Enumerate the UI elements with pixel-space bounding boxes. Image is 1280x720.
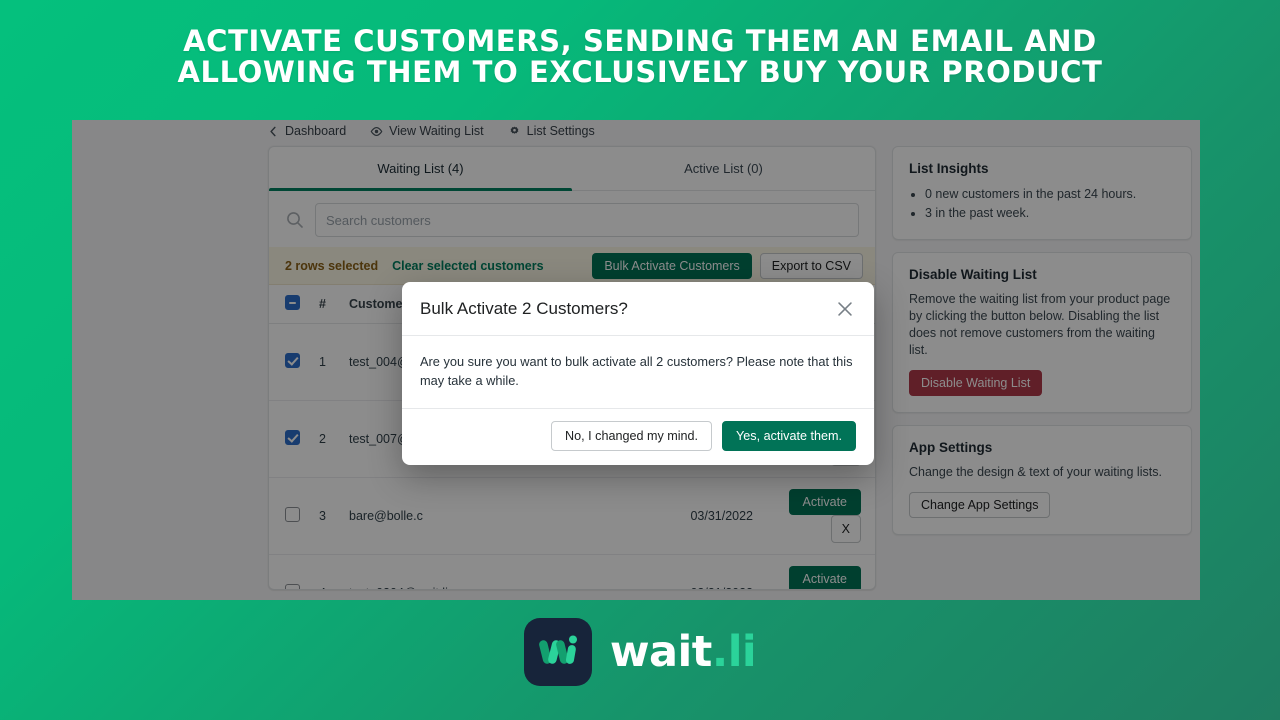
nav-item-view-waiting-list[interactable]: View Waiting List [370, 124, 484, 138]
row-checkbox[interactable] [285, 507, 300, 522]
row-index: 2 [313, 400, 343, 478]
search-input[interactable]: Search customers [315, 203, 859, 237]
nav-item-list-settings[interactable]: List Settings [508, 124, 595, 138]
row-date: 03/31/2022 [639, 477, 759, 555]
tab-active-list[interactable]: Active List (0) [572, 147, 875, 190]
disable-waiting-list-button[interactable]: Disable Waiting List [909, 370, 1043, 396]
list-insights-title: List Insights [909, 161, 989, 176]
row-select-cell [269, 400, 313, 478]
selection-action-bar: 2 rows selected Clear selected customers… [269, 247, 875, 285]
remove-button[interactable]: X [830, 515, 861, 543]
promo-banner: ACTIVATE CUSTOMERS, SENDING THEM AN EMAI… [0, 26, 1280, 88]
row-select-cell [269, 477, 313, 555]
change-app-settings-button[interactable]: Change App Settings [909, 492, 1051, 518]
row-index: 3 [313, 477, 343, 555]
header-select-all-cell [269, 285, 313, 324]
modal-title: Bulk Activate 2 Customers? [420, 299, 628, 318]
row-customer-email: test_0204@wait.li [343, 554, 639, 589]
banner-line-2: ALLOWING THEM TO EXCLUSIVELY BUY YOUR PR… [177, 55, 1103, 89]
disable-waiting-list-title: Disable Waiting List [909, 267, 1037, 282]
tab-active-list-label: Active List (0) [684, 161, 763, 176]
banner-line-1: ACTIVATE CUSTOMERS, SENDING THEM AN EMAI… [183, 24, 1097, 58]
modal-cancel-button[interactable]: No, I changed my mind. [551, 421, 713, 451]
brand-wordmark: wait.li [609, 627, 757, 677]
eye-icon [370, 125, 383, 138]
banner-heading: ACTIVATE CUSTOMERS, SENDING THEM AN EMAI… [0, 26, 1280, 88]
row-checkbox[interactable] [285, 353, 300, 368]
table-row: 3 bare@bolle.c 03/31/2022 Activate X [269, 477, 875, 555]
row-select-cell [269, 554, 313, 589]
disable-waiting-list-body: Remove the waiting list from your produc… [909, 292, 1171, 357]
nav-label-dashboard: Dashboard [285, 124, 347, 138]
modal-footer: No, I changed my mind. Yes, activate the… [402, 409, 874, 465]
settings-icon [508, 125, 521, 138]
wait-li-logo-mark [523, 618, 592, 686]
panel-disable-waiting-list: Disable Waiting List Remove the waiting … [892, 252, 1192, 413]
clear-selected-customers-link[interactable]: Clear selected customers [392, 259, 543, 273]
modal-message: Are you sure you want to bulk activate a… [420, 354, 853, 388]
app-settings-body: Change the design & text of your waiting… [909, 465, 1162, 479]
search-icon [285, 210, 305, 230]
table-row: 4 test_0204@wait.li 03/31/2022 Activate … [269, 554, 875, 589]
nav-label-list-settings: List Settings [526, 124, 595, 138]
brand-name-tld: .li [711, 627, 757, 677]
activate-button[interactable]: Activate [788, 489, 861, 515]
export-to-csv-button[interactable]: Export to CSV [759, 252, 863, 279]
tab-waiting-list-label: Waiting List (4) [377, 161, 464, 176]
modal-header: Bulk Activate 2 Customers? [402, 282, 874, 336]
selected-rows-count: 2 rows selected [285, 258, 379, 273]
panel-list-insights: List Insights 0 new customers in the pas… [892, 146, 1192, 240]
list-tabs: Waiting List (4) Active List (0) [269, 147, 875, 191]
w-mark-icon [538, 635, 577, 664]
search-placeholder: Search customers [326, 212, 431, 228]
activate-button[interactable]: Activate [788, 566, 861, 589]
bulk-activate-modal: Bulk Activate 2 Customers? Are you sure … [402, 282, 874, 465]
nav-item-dashboard[interactable]: Dashboard [268, 124, 346, 138]
list-item: 3 in the past week. [925, 204, 1175, 223]
row-customer-email: bare@bolle.c [343, 477, 639, 555]
row-actions: Activate X [759, 554, 875, 589]
header-index: # [313, 285, 343, 324]
panel-app-settings: App Settings Change the design & text of… [892, 425, 1192, 535]
nav-label-view-waiting-list: View Waiting List [389, 124, 484, 138]
brand-name-main: wait [609, 627, 713, 677]
top-navigation: Dashboard View Waiting List List Setting… [268, 120, 595, 142]
tab-waiting-list[interactable]: Waiting List (4) [269, 147, 572, 191]
select-all-checkbox[interactable] [285, 295, 300, 310]
chevron-left-icon [268, 126, 279, 137]
search-row: Search customers [269, 191, 875, 247]
app-settings-title: App Settings [909, 440, 993, 455]
list-item: 0 new customers in the past 24 hours. [925, 185, 1175, 204]
right-sidebar: List Insights 0 new customers in the pas… [892, 146, 1192, 547]
modal-confirm-button[interactable]: Yes, activate them. [722, 421, 856, 451]
app-screenshot: Dashboard View Waiting List List Setting… [72, 120, 1200, 600]
row-actions: Activate X [759, 477, 875, 555]
row-date: 03/31/2022 [639, 554, 759, 589]
list-insights-bullets: 0 new customers in the past 24 hours. 3 … [925, 185, 1175, 223]
row-checkbox[interactable] [285, 430, 300, 445]
row-checkbox[interactable] [285, 584, 300, 589]
modal-body: Are you sure you want to bulk activate a… [402, 336, 874, 409]
row-index: 1 [313, 323, 343, 401]
close-icon[interactable] [834, 298, 856, 320]
row-select-cell [269, 323, 313, 401]
bulk-activate-customers-button[interactable]: Bulk Activate Customers [592, 252, 752, 279]
row-index: 4 [313, 554, 343, 589]
brand-logo: wait.li [0, 618, 1280, 686]
